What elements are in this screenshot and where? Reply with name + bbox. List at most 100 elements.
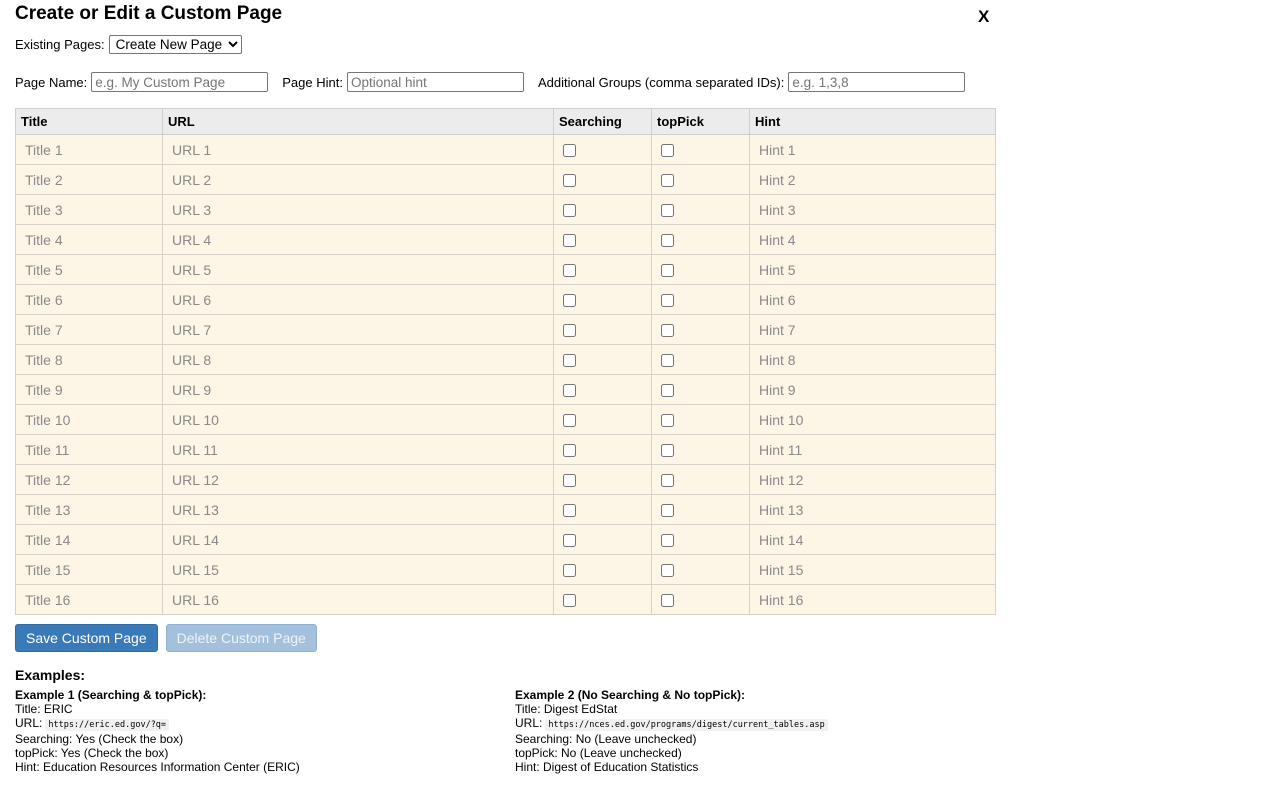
toppick-checkbox[interactable] — [661, 324, 674, 338]
title-input[interactable] — [16, 375, 162, 404]
title-input[interactable] — [16, 135, 162, 164]
hint-input[interactable] — [750, 225, 995, 254]
title-input[interactable] — [16, 165, 162, 194]
hint-input[interactable] — [750, 435, 995, 464]
toppick-checkbox[interactable] — [661, 504, 674, 518]
title-input[interactable] — [16, 315, 162, 344]
toppick-checkbox[interactable] — [661, 174, 674, 188]
hint-input[interactable] — [750, 495, 995, 524]
searching-checkbox[interactable] — [563, 144, 576, 158]
url-input[interactable] — [163, 345, 553, 374]
toppick-checkbox[interactable] — [661, 384, 674, 398]
url-input[interactable] — [163, 465, 553, 494]
searching-checkbox[interactable] — [563, 444, 576, 458]
hint-input[interactable] — [750, 555, 995, 584]
searching-checkbox[interactable] — [563, 234, 576, 248]
url-input[interactable] — [163, 285, 553, 314]
searching-checkbox[interactable] — [563, 474, 576, 488]
hint-input[interactable] — [750, 525, 995, 554]
hint-input[interactable] — [750, 135, 995, 164]
searching-checkbox[interactable] — [563, 174, 576, 188]
searching-checkbox[interactable] — [563, 504, 576, 518]
title-input[interactable] — [16, 585, 162, 614]
links-table: Title URL Searching topPick Hint — [15, 108, 996, 615]
title-input[interactable] — [16, 195, 162, 224]
toppick-checkbox[interactable] — [661, 234, 674, 248]
toppick-checkbox[interactable] — [661, 204, 674, 218]
url-input[interactable] — [163, 555, 553, 584]
toppick-checkbox[interactable] — [661, 414, 674, 428]
title-input[interactable] — [16, 435, 162, 464]
toppick-checkbox[interactable] — [661, 564, 674, 578]
hint-input[interactable] — [750, 405, 995, 434]
hint-input[interactable] — [750, 285, 995, 314]
url-input[interactable] — [163, 525, 553, 554]
searching-checkbox[interactable] — [563, 384, 576, 398]
hint-input[interactable] — [750, 345, 995, 374]
hint-input[interactable] — [750, 195, 995, 224]
url-input[interactable] — [163, 495, 553, 524]
hint-input[interactable] — [750, 165, 995, 194]
hint-input[interactable] — [750, 255, 995, 284]
toppick-checkbox[interactable] — [661, 354, 674, 368]
url-input[interactable] — [163, 435, 553, 464]
url-input[interactable] — [163, 585, 553, 614]
cell-toppick — [651, 164, 750, 195]
searching-checkbox[interactable] — [563, 594, 576, 608]
cell-title — [15, 494, 163, 525]
close-button[interactable]: X — [978, 7, 989, 27]
searching-checkbox[interactable] — [563, 294, 576, 308]
example-1-url: https://eric.ed.gov/?q= — [45, 719, 170, 731]
title-input[interactable] — [16, 525, 162, 554]
searching-checkbox[interactable] — [563, 414, 576, 428]
url-input[interactable] — [163, 315, 553, 344]
searching-checkbox[interactable] — [563, 354, 576, 368]
cell-toppick — [651, 434, 750, 465]
url-input[interactable] — [163, 225, 553, 254]
url-input[interactable] — [163, 195, 553, 224]
title-input[interactable] — [16, 405, 162, 434]
hint-input[interactable] — [750, 465, 995, 494]
cell-hint — [749, 164, 996, 195]
title-input[interactable] — [16, 285, 162, 314]
table-row — [15, 524, 996, 555]
title-input[interactable] — [16, 255, 162, 284]
url-input[interactable] — [163, 135, 553, 164]
toppick-checkbox[interactable] — [661, 144, 674, 158]
title-input[interactable] — [16, 495, 162, 524]
searching-checkbox[interactable] — [563, 204, 576, 218]
cell-title — [15, 134, 163, 165]
cell-url — [162, 404, 554, 435]
title-input[interactable] — [16, 345, 162, 374]
existing-pages-select[interactable]: Create New Page — [108, 35, 242, 54]
save-button[interactable]: Save Custom Page — [15, 624, 158, 652]
toppick-checkbox[interactable] — [661, 294, 674, 308]
table-row — [15, 554, 996, 585]
toppick-checkbox[interactable] — [661, 474, 674, 488]
toppick-checkbox[interactable] — [661, 534, 674, 548]
searching-checkbox[interactable] — [563, 264, 576, 278]
url-input[interactable] — [163, 375, 553, 404]
cell-hint — [749, 344, 996, 375]
searching-checkbox[interactable] — [563, 534, 576, 548]
page-hint-input[interactable] — [346, 72, 524, 92]
toppick-checkbox[interactable] — [661, 594, 674, 608]
searching-checkbox[interactable] — [563, 324, 576, 338]
groups-input[interactable] — [788, 72, 966, 92]
hint-input[interactable] — [750, 375, 995, 404]
url-input[interactable] — [163, 405, 553, 434]
title-input[interactable] — [16, 225, 162, 254]
example-2-hint: Hint: Digest of Education Statistics — [515, 760, 699, 774]
page-name-input[interactable] — [91, 72, 269, 92]
url-input[interactable] — [163, 165, 553, 194]
searching-checkbox[interactable] — [563, 564, 576, 578]
url-input[interactable] — [163, 255, 553, 284]
hint-input[interactable] — [750, 315, 995, 344]
hint-input[interactable] — [750, 585, 995, 614]
table-row — [15, 404, 996, 435]
toppick-checkbox[interactable] — [661, 444, 674, 458]
toppick-checkbox[interactable] — [661, 264, 674, 278]
title-input[interactable] — [16, 465, 162, 494]
delete-button[interactable]: Delete Custom Page — [165, 624, 317, 652]
title-input[interactable] — [16, 555, 162, 584]
